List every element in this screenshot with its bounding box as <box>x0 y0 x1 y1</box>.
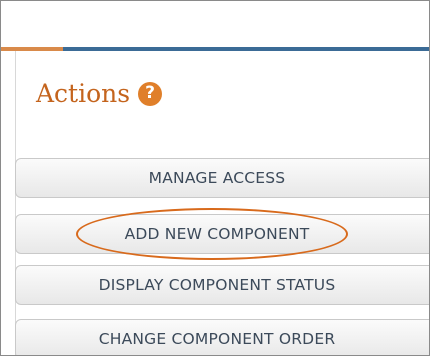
manage-access-button[interactable]: MANAGE ACCESS <box>15 158 429 198</box>
add-new-component-label: ADD NEW COMPONENT <box>124 225 310 243</box>
actions-panel-frame: Actions ? MANAGE ACCESS ADD NEW COMPONEN… <box>0 0 430 356</box>
help-icon-glyph: ? <box>145 83 156 103</box>
add-new-component-button[interactable]: ADD NEW COMPONENT <box>15 214 429 254</box>
actions-title: Actions <box>36 79 131 108</box>
actions-heading: Actions ? <box>36 79 163 108</box>
change-component-order-button[interactable]: CHANGE COMPONENT ORDER <box>15 319 429 355</box>
display-component-status-button[interactable]: DISPLAY COMPONENT STATUS <box>15 265 429 305</box>
manage-access-label: MANAGE ACCESS <box>148 169 286 187</box>
change-component-order-label: CHANGE COMPONENT ORDER <box>98 330 336 348</box>
panel-divider <box>15 51 16 355</box>
display-component-status-label: DISPLAY COMPONENT STATUS <box>98 276 336 294</box>
help-icon[interactable]: ? <box>138 81 163 106</box>
panel-header-accent <box>1 47 63 51</box>
panel-header-bar <box>1 47 429 51</box>
